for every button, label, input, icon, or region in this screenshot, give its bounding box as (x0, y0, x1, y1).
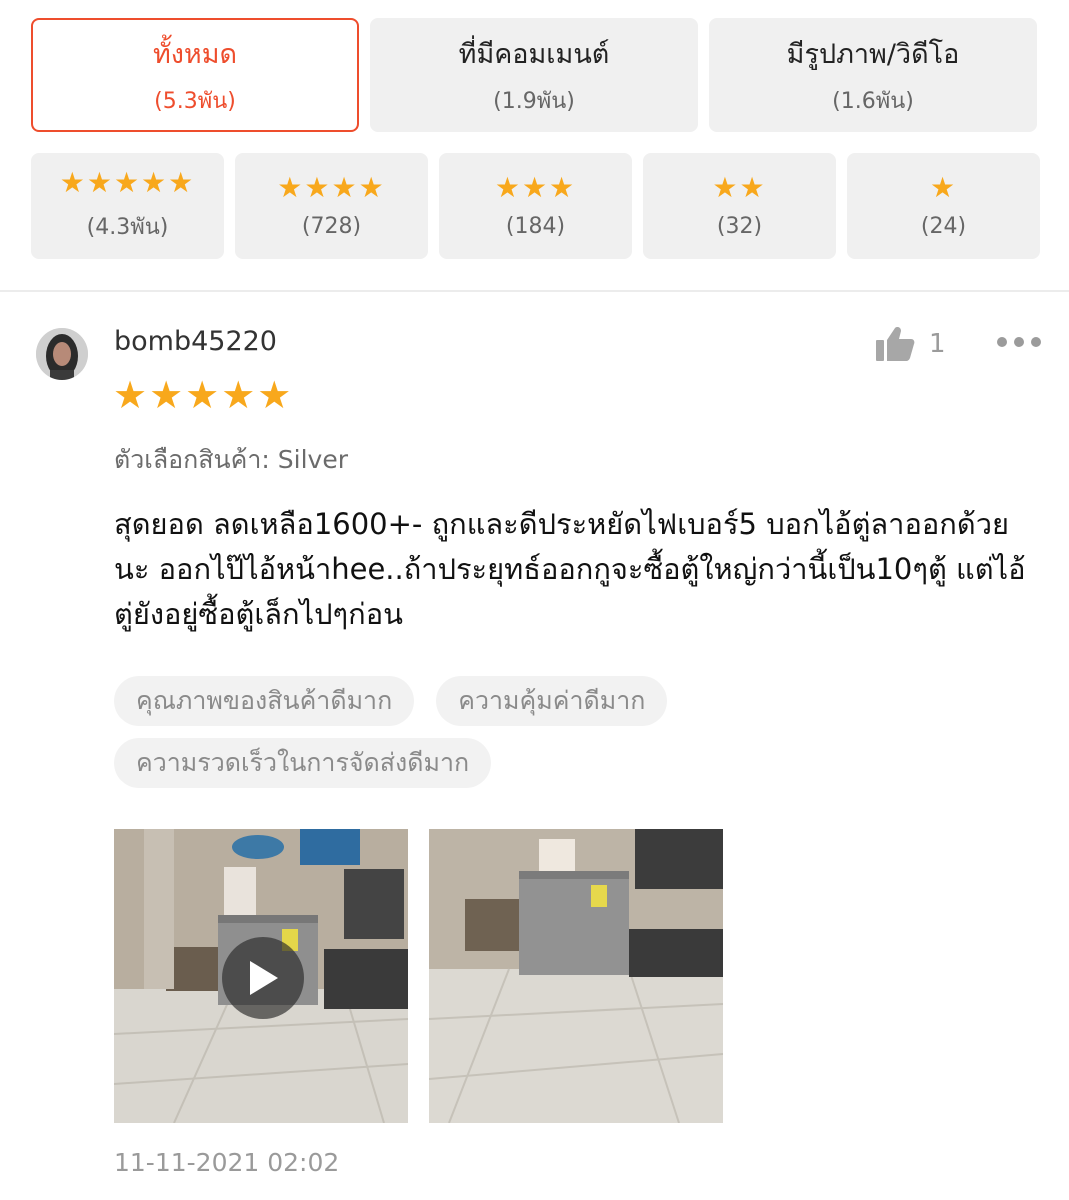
filter-count: (24) (920, 213, 967, 239)
review-tags: คุณภาพของสินค้าดีมาก ความคุ้มค่าดีมาก คว… (114, 676, 834, 788)
star-icon: ★★★ (494, 170, 577, 204)
review-date: 11-11-2021 02:02 (114, 1148, 340, 1177)
avatar[interactable] (36, 328, 88, 380)
filter-count: (184) (505, 213, 566, 239)
filter-count: (1.6พัน) (832, 89, 914, 114)
review-photo-thumbnail[interactable] (429, 829, 723, 1123)
review-media (114, 829, 723, 1123)
review-rating-stars: ★★★★★ (113, 373, 294, 417)
filter-count: (32) (716, 213, 763, 239)
play-icon[interactable] (222, 937, 304, 1019)
filter-label: ทั้งหมด (152, 39, 238, 70)
filter-tab-1-star[interactable]: ★ (24) (847, 153, 1040, 259)
filter-tab-4-stars[interactable]: ★★★★ (728) (235, 153, 428, 259)
thumbs-up-icon (876, 327, 915, 361)
filter-count: (1.9พัน) (493, 89, 575, 114)
filter-tab-2-stars[interactable]: ★★ (32) (643, 153, 836, 259)
filter-count: (5.3พัน) (154, 89, 236, 114)
like-count: 1 (929, 329, 946, 359)
star-icon: ★ (929, 170, 958, 204)
star-icon: ★★★★ (277, 170, 386, 204)
more-icon[interactable] (997, 337, 1041, 347)
filter-tab-all[interactable]: ทั้งหมด (5.3พัน) (31, 18, 359, 132)
review-tag: ความคุ้มค่าดีมาก (436, 676, 668, 726)
filter-tab-3-stars[interactable]: ★★★ (184) (439, 153, 632, 259)
star-icon: ★★ (712, 170, 767, 204)
filter-count: (4.3พัน) (86, 214, 169, 240)
star-icon: ★★★★★ (59, 165, 196, 199)
review-comment: สุดยอด ลดเหลือ1600+- ถูกและดีประหยัดไฟเบ… (114, 507, 1026, 631)
divider (0, 290, 1069, 292)
star-filter-tabs: ★★★★★ (4.3พัน) ★★★★ (728) ★★★ (184) ★★ (… (31, 153, 1040, 259)
filter-tab-5-stars[interactable]: ★★★★★ (4.3พัน) (31, 153, 224, 259)
filter-count: (728) (301, 213, 362, 239)
username[interactable]: bomb45220 (114, 326, 277, 357)
product-variation: ตัวเลือกสินค้า: Silver (114, 445, 348, 474)
filter-label: มีรูปภาพ/วิดีโอ (786, 39, 960, 70)
filter-tabs: ทั้งหมด (5.3พัน) ที่มีคอมเมนต์ (1.9พัน) … (31, 18, 1037, 132)
like-button[interactable]: 1 (875, 326, 946, 362)
review-tag: ความรวดเร็วในการจัดส่งดีมาก (114, 738, 492, 788)
review-tag: คุณภาพของสินค้าดีมาก (114, 676, 415, 726)
review-page: ทั้งหมด (5.3พัน) ที่มีคอมเมนต์ (1.9พัน) … (0, 0, 1069, 1200)
filter-tab-with-comments[interactable]: ที่มีคอมเมนต์ (1.9พัน) (370, 18, 698, 132)
filter-tab-with-media[interactable]: มีรูปภาพ/วิดีโอ (1.6พัน) (709, 18, 1037, 132)
review-video-thumbnail[interactable] (114, 829, 408, 1123)
filter-label: ที่มีคอมเมนต์ (458, 39, 610, 70)
